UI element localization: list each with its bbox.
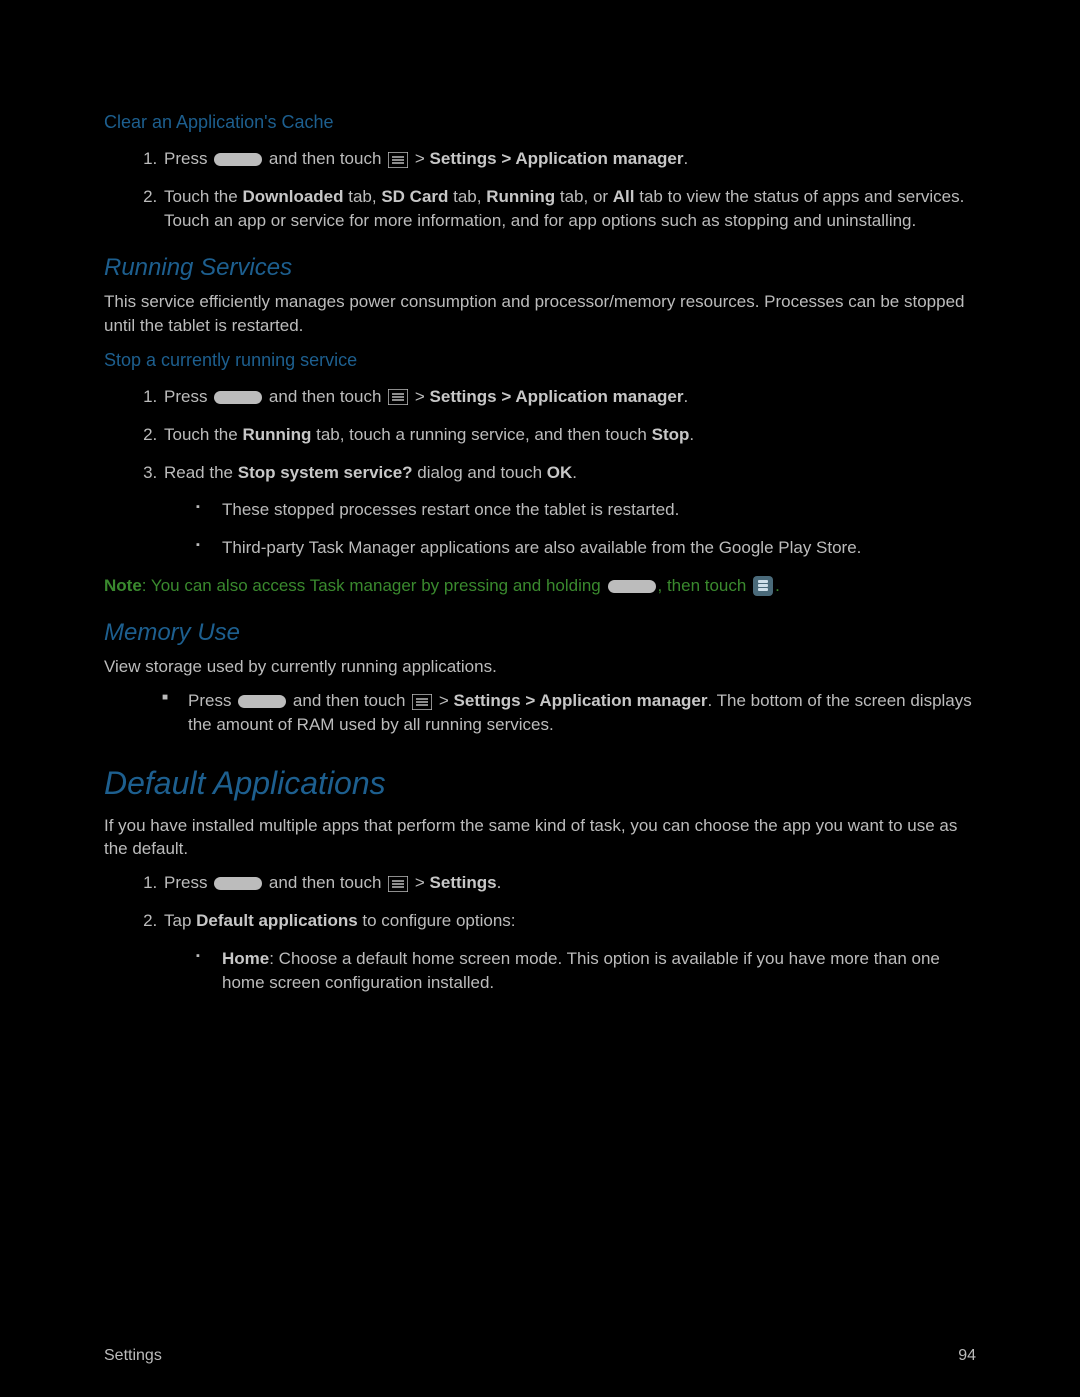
heading-stop-service: Stop a currently running service — [104, 348, 976, 373]
text: to configure options: — [358, 911, 516, 930]
heading-clear-cache: Clear an Application's Cache — [104, 110, 976, 135]
text: Press — [164, 387, 212, 406]
nested-list: Home: Choose a default home screen mode.… — [164, 947, 976, 995]
list-item: Press and then touch > Settings > Applic… — [162, 385, 976, 409]
text-bold: Downloaded — [242, 187, 343, 206]
memory-use-body: View storage used by currently running a… — [104, 655, 976, 679]
text: and then touch — [293, 691, 410, 710]
text: Touch the — [164, 187, 242, 206]
task-manager-icon — [753, 576, 773, 596]
text-bold: Running — [242, 425, 311, 444]
list-item: These stopped processes restart once the… — [196, 498, 976, 522]
text: tab, — [448, 187, 486, 206]
clear-cache-steps: Press and then touch > Settings > Applic… — [104, 147, 976, 232]
home-button-icon — [214, 153, 262, 166]
text: and then touch — [269, 873, 386, 892]
note-text: , then touch — [658, 576, 752, 595]
text: Tap — [164, 911, 196, 930]
text: . — [689, 425, 694, 444]
note-text: : You can also access Task manager by pr… — [142, 576, 606, 595]
text: Press — [188, 691, 236, 710]
text: dialog and touch — [413, 463, 547, 482]
list-item: Third-party Task Manager applications ar… — [196, 536, 976, 560]
text-bold: Settings > Application manager — [430, 149, 684, 168]
text: Read the — [164, 463, 238, 482]
text: . — [683, 149, 688, 168]
default-apps-steps: Press and then touch > Settings. Tap Def… — [104, 871, 976, 994]
home-button-icon — [214, 391, 262, 404]
text: and then touch — [269, 387, 386, 406]
list-item: Touch the Downloaded tab, SD Card tab, R… — [162, 185, 976, 233]
note-label: Note — [104, 576, 142, 595]
nested-list: These stopped processes restart once the… — [164, 498, 976, 560]
text-bold: SD Card — [381, 187, 448, 206]
text: > — [415, 149, 430, 168]
default-apps-body: If you have installed multiple apps that… — [104, 814, 976, 862]
list-item: Press and then touch > Settings. — [162, 871, 976, 895]
text: : Choose a default home screen mode. Thi… — [222, 949, 940, 992]
running-services-body: This service efficiently manages power c… — [104, 290, 976, 338]
stop-service-steps: Press and then touch > Settings > Applic… — [104, 385, 976, 560]
menu-icon — [388, 389, 408, 405]
text: Third-party Task Manager applications ar… — [222, 538, 861, 557]
menu-icon — [388, 152, 408, 168]
list-item: Read the Stop system service? dialog and… — [162, 461, 976, 560]
text: and then touch — [269, 149, 386, 168]
note-line: Note: You can also access Task manager b… — [104, 574, 976, 598]
text: tab, or — [555, 187, 613, 206]
list-item: Touch the Running tab, touch a running s… — [162, 423, 976, 447]
text-bold: All — [613, 187, 635, 206]
text-bold: Stop system service? — [238, 463, 413, 482]
text: Touch the — [164, 425, 242, 444]
footer-section: Settings — [104, 1345, 162, 1367]
heading-default-applications: Default Applications — [104, 761, 976, 806]
text: > — [415, 873, 430, 892]
home-button-icon — [608, 580, 656, 593]
text-bold: Default applications — [196, 911, 358, 930]
text: Press — [164, 149, 212, 168]
page-footer: Settings 94 — [104, 1345, 976, 1367]
text: . — [497, 873, 502, 892]
text-bold: Running — [486, 187, 555, 206]
heading-running-services: Running Services — [104, 251, 976, 285]
text: . — [572, 463, 577, 482]
text: . — [683, 387, 688, 406]
home-button-icon — [238, 695, 286, 708]
list-item: Press and then touch > Settings > Applic… — [162, 147, 976, 171]
text: Press — [164, 873, 212, 892]
text: tab, touch a running service, and then t… — [311, 425, 651, 444]
text-bold: Settings — [430, 873, 497, 892]
heading-memory-use: Memory Use — [104, 616, 976, 650]
text-bold: Home — [222, 949, 269, 968]
text: > — [439, 691, 454, 710]
memory-use-list: Press and then touch > Settings > Applic… — [104, 689, 976, 737]
menu-icon — [388, 876, 408, 892]
footer-page-number: 94 — [958, 1345, 976, 1367]
note-text: . — [775, 576, 780, 595]
list-item: Press and then touch > Settings > Applic… — [162, 689, 976, 737]
text-bold: Stop — [652, 425, 690, 444]
text-bold: OK — [547, 463, 573, 482]
list-item: Tap Default applications to configure op… — [162, 909, 976, 994]
home-button-icon — [214, 877, 262, 890]
menu-icon — [412, 694, 432, 710]
text: These stopped processes restart once the… — [222, 500, 679, 519]
list-item: Home: Choose a default home screen mode.… — [196, 947, 976, 995]
text-bold: Settings > Application manager — [430, 387, 684, 406]
text-bold: Settings > Application manager — [454, 691, 708, 710]
text: > — [415, 387, 430, 406]
text: tab, — [344, 187, 382, 206]
